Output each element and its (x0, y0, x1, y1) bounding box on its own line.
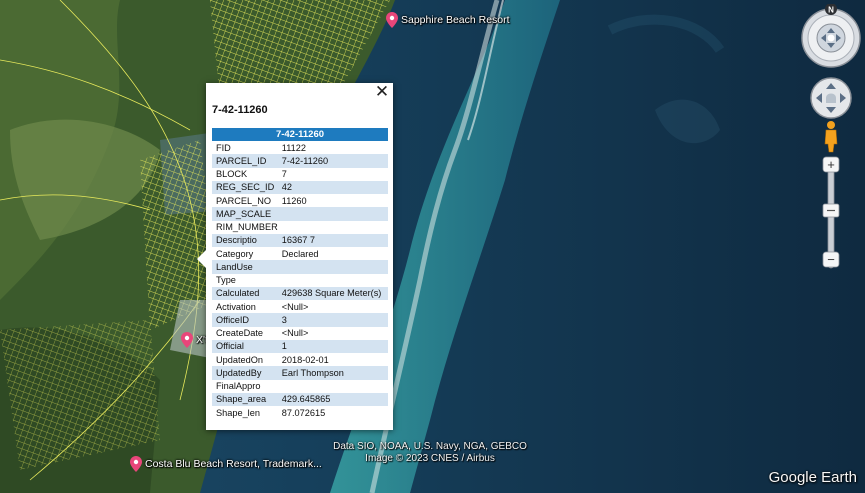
attribute-value (277, 260, 388, 274)
navigation-controls: N + − (801, 4, 861, 269)
pegman-icon[interactable] (824, 121, 838, 153)
zoom-slider[interactable]: + − (822, 156, 840, 269)
move-joystick-icon[interactable] (810, 77, 852, 119)
attribute-row: Activation <Null> (212, 300, 388, 313)
attribute-key: MAP_SCALE (212, 207, 278, 221)
attribute-key: Descriptio (212, 233, 278, 247)
attribute-key: RIM_NUMBER (216, 222, 278, 233)
attribute-value: 7-42-11260 (277, 154, 388, 168)
attribute-value: Earl Thompson (277, 366, 388, 380)
attribute-value: 2018-02-01 (281, 354, 329, 365)
attribute-row: Shape_area 429.645865 (212, 392, 388, 406)
attribute-value: 42 (277, 180, 388, 194)
compass-north-label: N (828, 6, 834, 15)
attribute-key: Type (216, 275, 236, 286)
attribute-key: BLOCK (216, 169, 248, 180)
attribute-value: <Null> (281, 301, 309, 312)
attribute-row: UpdatedBy Earl Thompson (212, 366, 388, 380)
parcel-info-popup: ✕ 7-42-11260 7-42-11260 FID 11122 PARCEL_I… (197, 83, 393, 430)
placemark-sapphire[interactable]: Sapphire Beach Resort (386, 12, 510, 28)
attribute-row: BLOCK 7 (212, 168, 388, 181)
attribute-row: PARCEL_ID 7-42-11260 (212, 154, 388, 168)
attribute-key: LandUse (212, 260, 278, 274)
attribute-row: Calculated 429638 Square Meter(s) (212, 286, 388, 300)
placemark-pin-icon (130, 456, 142, 472)
attribute-key: PARCEL_ID (212, 154, 278, 168)
zoom-in-label: + (827, 157, 835, 172)
google-earth-logo: Google Earth (768, 469, 857, 486)
zoom-out-label: − (827, 252, 835, 267)
attribute-row: LandUse (212, 260, 388, 274)
attribute-value: 429.645865 (277, 392, 388, 406)
attribute-value: 87.072615 (281, 407, 326, 418)
attribute-row: Descriptio 16367 7 (212, 233, 388, 247)
attribute-row: Type (212, 274, 388, 287)
attribute-key: Calculated (212, 286, 278, 300)
attribute-row: Official 1 (212, 339, 388, 353)
attribute-table-header: 7-42-11260 (212, 128, 388, 141)
attribute-key: CreateDate (216, 328, 263, 339)
attribute-key: REG_SEC_ID (212, 180, 278, 194)
look-joystick-icon[interactable] (816, 23, 846, 53)
attribute-row: CreateDate <Null> (212, 327, 388, 340)
attribute-row: MAP_SCALE (212, 207, 388, 221)
satellite-map[interactable] (0, 0, 865, 493)
attribute-key: Shape_len (216, 407, 260, 418)
attribute-row: Category Declared (212, 247, 388, 260)
attribute-row: PARCEL_NO 11260 (212, 194, 388, 207)
attribution-image-line: Image © 2023 CNES / Airbus (365, 453, 495, 464)
attribute-value (278, 380, 388, 393)
close-icon[interactable]: ✕ (374, 83, 390, 100)
attribute-key: FID (216, 142, 231, 153)
attribute-value (278, 274, 388, 287)
attribute-value: 3 (277, 313, 388, 327)
map-attribution: Data SIO, NOAA, U.S. Navy, NGA, GEBCO Im… (310, 441, 550, 465)
attribute-value: 429638 Square Meter(s) (277, 286, 388, 300)
popup-pointer (197, 249, 207, 269)
attribute-value: 16367 7 (277, 233, 388, 247)
attribute-key: UpdatedOn (216, 354, 263, 365)
popup-title: 7-42-11260 (212, 104, 268, 116)
attribute-row: UpdatedOn 2018-02-01 (212, 353, 388, 366)
placemark-pin-icon (386, 12, 398, 28)
attribute-value: 7 (281, 169, 287, 180)
attribute-key: UpdatedBy (212, 366, 278, 380)
attribute-row: RIM_NUMBER (212, 221, 388, 234)
attribute-key: PARCEL_NO (216, 195, 271, 206)
attribute-row: REG_SEC_ID 42 (212, 180, 388, 194)
attribute-value (277, 207, 388, 221)
placemark-pin-icon (181, 332, 193, 348)
attribute-value: 11122 (281, 142, 306, 153)
placemark-label: Sapphire Beach Resort (401, 14, 510, 26)
attribute-table: 7-42-11260 FID 11122 PARCEL_ID 7-42-11260 BL… (212, 128, 388, 419)
attribute-row: Shape_len 87.072615 (212, 406, 388, 419)
attribute-value: <Null> (281, 328, 309, 339)
attribute-row: FinalAppro (212, 380, 388, 393)
attribute-value: 11260 (281, 195, 307, 206)
attribute-key: Shape_area (212, 392, 278, 406)
attribute-value (278, 221, 388, 234)
attribute-key: OfficeID (212, 313, 278, 327)
attribute-row: OfficeID 3 (212, 313, 388, 327)
attribute-key: Category (216, 248, 254, 259)
attribution-data-line: Data SIO, NOAA, U.S. Navy, NGA, GEBCO (333, 441, 527, 452)
attribute-key: Activation (216, 301, 256, 312)
attribute-value: Declared (281, 248, 319, 259)
placemark-label: Costa Blu Beach Resort, Trademark... (145, 458, 322, 470)
placemark-costa-blu[interactable]: Costa Blu Beach Resort, Trademark... (130, 456, 322, 472)
attribute-row: FID 11122 (212, 141, 388, 154)
attribute-key: Official (212, 339, 278, 353)
attribute-value: 1 (277, 339, 388, 353)
attribute-key: FinalAppro (216, 381, 261, 392)
